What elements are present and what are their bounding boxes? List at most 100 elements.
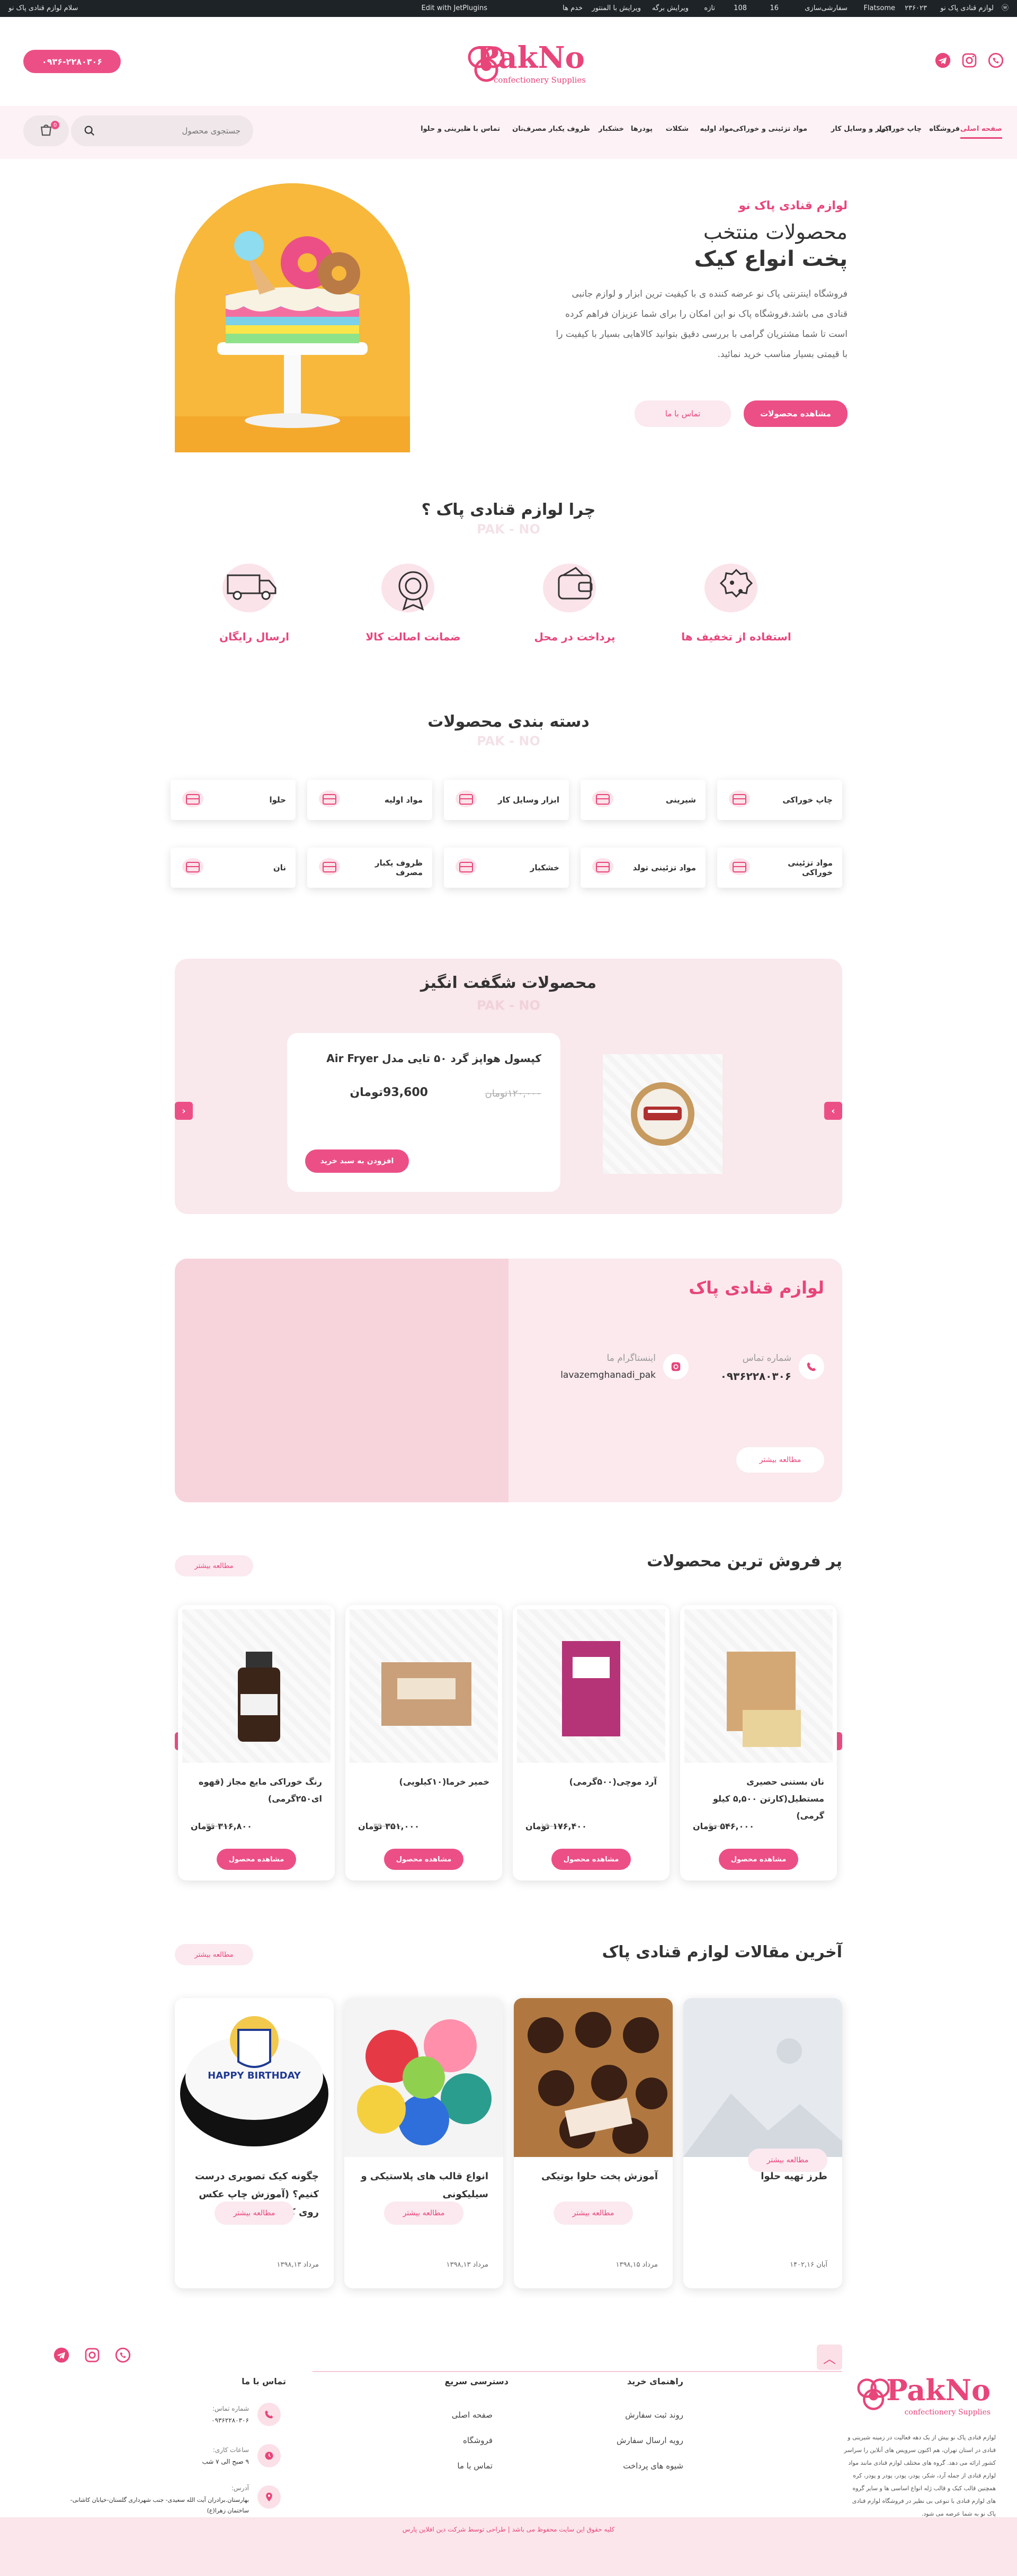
- product-name[interactable]: خمیر خرما(۱۰کیلویی): [358, 1773, 489, 1790]
- blog-post-card[interactable]: طرز تهیه حلوا مطالعه بیشتر آبان ۱۴۰۲,۱۶: [683, 1998, 842, 2288]
- footer-quick-link[interactable]: صفحه اصلی: [452, 2410, 493, 2420]
- post-image[interactable]: [683, 1998, 842, 2157]
- product-card[interactable]: آرد موچی(۵۰۰گرمی) ۱۹۰,۰۰۰ ۱۷۶,۴۰۰ تومان مشا…: [513, 1605, 670, 1880]
- nav-item[interactable]: ابزار و وسایل کار: [831, 125, 891, 133]
- nav-item[interactable]: مواد اولیه: [700, 125, 733, 133]
- search-input[interactable]: [103, 115, 240, 146]
- product-card[interactable]: رنگ خوراکی مایع مجاز (قهوه ای۲۵۰گرمی) ۳۶۰…: [178, 1605, 335, 1880]
- category-item[interactable]: ظروف یکبار مصرف: [307, 848, 432, 888]
- product-new-price: ۵۴۶,۰۰۰ تومان: [693, 1821, 754, 1831]
- post-image[interactable]: [344, 1998, 503, 2157]
- footer-quick-link[interactable]: تماس با ما: [457, 2461, 493, 2471]
- admin-edit-page[interactable]: ویرایش برگه: [652, 0, 689, 17]
- whatsapp-icon[interactable]: [985, 50, 1006, 71]
- whatsapp-icon[interactable]: [112, 2345, 133, 2366]
- nav-item[interactable]: خشکبار: [599, 125, 624, 133]
- contact-us-button[interactable]: تماس با ما: [635, 400, 731, 427]
- scroll-top-icon[interactable]: ︿: [817, 2345, 842, 2370]
- category-item[interactable]: نان: [171, 848, 296, 888]
- read-more-button[interactable]: مطالعه بیشتر: [384, 2201, 463, 2225]
- offer-product-image[interactable]: [603, 1054, 722, 1174]
- post-image[interactable]: [514, 1998, 673, 2157]
- nav-item[interactable]: شکلات: [666, 125, 689, 133]
- product-image[interactable]: [517, 1609, 665, 1763]
- view-product-button[interactable]: مشاهده محصول: [384, 1849, 463, 1870]
- product-card[interactable]: نان بستنی حصیری مستطیل(کارتن ۵,۵۰۰ کیلو …: [680, 1605, 837, 1880]
- search-box[interactable]: [71, 115, 253, 146]
- product-image[interactable]: [182, 1609, 331, 1763]
- info-insta-value[interactable]: lavazemghanadi_pak: [560, 1370, 656, 1380]
- category-item[interactable]: مواد تزئینی تولد: [581, 848, 706, 888]
- category-label: نان: [273, 863, 286, 872]
- category-item[interactable]: ابزار وسایل کار: [444, 780, 569, 820]
- telegram-icon[interactable]: [51, 2345, 72, 2366]
- wordpress-icon[interactable]: ⓦ: [1002, 0, 1009, 17]
- add-to-cart-button[interactable]: افزودن به سبد خرید: [305, 1149, 409, 1173]
- nav-item[interactable]: فروشگاه: [929, 125, 960, 133]
- nav-item[interactable]: ظروف یکبار مصرف: [523, 125, 590, 133]
- cart-button[interactable]: 0: [23, 115, 69, 146]
- category-item[interactable]: مواد تزئینی خوراکی: [717, 848, 842, 888]
- footer-guide-link[interactable]: روند ثبت سفارش: [625, 2410, 683, 2420]
- nav-item[interactable]: مواد تزئینی و خوراکی: [733, 125, 807, 133]
- view-product-button[interactable]: مشاهده محصول: [551, 1849, 631, 1870]
- view-products-button[interactable]: مشاهده محصولات: [744, 400, 848, 427]
- category-item[interactable]: خشکبار: [444, 848, 569, 888]
- category-item[interactable]: چاپ خوراکی: [717, 780, 842, 820]
- bestsellers-more-button[interactable]: مطالعه بیشتر: [175, 1555, 253, 1576]
- category-item[interactable]: مواد اولیه: [307, 780, 432, 820]
- product-card[interactable]: خمیر خرما(۱۰کیلویی) ۳۹۰,۰۰۰ ۳۵۱,۰۰۰ تومان م…: [345, 1605, 502, 1880]
- view-product-button[interactable]: مشاهده محصول: [719, 1849, 798, 1870]
- nav-item[interactable]: پودرها: [631, 125, 653, 133]
- offers-next-arrow[interactable]: ›: [824, 1102, 842, 1120]
- category-item[interactable]: حلوا: [171, 780, 296, 820]
- admin-count-16[interactable]: 16: [770, 0, 779, 17]
- telegram-icon[interactable]: [932, 50, 953, 71]
- admin-customize[interactable]: سفارشی‌سازی: [805, 0, 848, 17]
- phone-button[interactable]: ۰۹۳۶-۲۲۸۰۳۰۶: [23, 50, 121, 73]
- view-product-button[interactable]: مشاهده محصول: [217, 1849, 296, 1870]
- read-more-button[interactable]: مطالعه بیشتر: [748, 2149, 827, 2172]
- product-name[interactable]: رنگ خوراکی مایع مجاز (قهوه ای۲۵۰گرمی): [191, 1773, 322, 1807]
- admin-elementor[interactable]: ویرایش با المنتور: [592, 0, 641, 17]
- blog-more-button[interactable]: مطالعه بیشتر: [175, 1944, 253, 1965]
- footer-logo[interactable]: PakNo confectionery Supplies: [853, 2373, 996, 2421]
- nav-item[interactable]: صفحه اصلی: [960, 125, 1002, 139]
- post-title[interactable]: انواع قالب های پلاستیکی و سیلیکونی: [359, 2168, 488, 2204]
- nav-item[interactable]: شیرینی و حلوا: [421, 125, 470, 133]
- info-phone-value[interactable]: ۰۹۳۶۲۲۸۰۳۰۶: [720, 1370, 791, 1383]
- admin-misc[interactable]: خدم ها: [563, 0, 583, 17]
- footer-quick-link[interactable]: فروشگاه: [463, 2436, 493, 2445]
- product-image[interactable]: [684, 1609, 833, 1763]
- bestsellers-title: پر فروش ترین محصولات: [647, 1552, 842, 1571]
- offer-product-name[interactable]: کپسول هواپز گرد ۵۰ تایی مدل Air Fryer: [326, 1052, 541, 1065]
- post-title[interactable]: آموزش پخت حلوا بوتیکی: [529, 2168, 658, 2186]
- blog-post-card[interactable]: انواع قالب های پلاستیکی و سیلیکونی مطالعه…: [344, 1998, 503, 2288]
- admin-hello[interactable]: سلام لوازم قنادی پاک نو: [8, 0, 78, 17]
- blog-post-card[interactable]: HAPPY BIRTHDAY چگونه کیک تصویری درست کنیم…: [175, 1998, 334, 2288]
- offers-prev-arrow[interactable]: ‹: [175, 1102, 193, 1120]
- admin-jetplugins[interactable]: Edit with JetPlugins: [421, 0, 487, 17]
- instagram-icon[interactable]: [959, 50, 980, 71]
- admin-count-108[interactable]: 108: [734, 0, 747, 17]
- search-icon[interactable]: [84, 125, 95, 139]
- nav-item[interactable]: نان: [512, 125, 523, 133]
- instagram-icon[interactable]: [82, 2345, 103, 2366]
- admin-flatsome[interactable]: Flatsome: [863, 0, 895, 17]
- footer-address-value: بهارستان.برادران آیت الله سعیدی- جنب شهر…: [70, 2497, 249, 2514]
- info-more-button[interactable]: مطالعه بیشتر: [736, 1447, 824, 1473]
- product-image[interactable]: [350, 1609, 498, 1763]
- admin-updates[interactable]: ۲۳۶۰۲۳: [905, 0, 927, 17]
- product-name[interactable]: آرد موچی(۵۰۰گرمی): [525, 1773, 657, 1790]
- blog-post-card[interactable]: آموزش پخت حلوا بوتیکی مطالعه بیشتر مرداد ۱…: [514, 1998, 673, 2288]
- footer-guide-link[interactable]: شیوه های پرداخت: [623, 2461, 683, 2471]
- admin-new[interactable]: تازه: [704, 0, 715, 17]
- site-logo[interactable]: PakNo confectionery Supplies: [451, 38, 590, 91]
- footer-guide-link[interactable]: رویه ارسال سفارش: [617, 2436, 683, 2445]
- admin-site-name[interactable]: لوازم قنادی پاک نو: [940, 0, 994, 17]
- product-name[interactable]: نان بستنی حصیری مستطیل(کارتن ۵,۵۰۰ کیلو …: [693, 1773, 824, 1824]
- footer-phone-value[interactable]: ۰۹۳۶۲۲۸۰۳۰۶: [211, 2417, 249, 2424]
- read-more-button[interactable]: مطالعه بیشتر: [554, 2201, 633, 2225]
- category-item[interactable]: شیرینی: [581, 780, 706, 820]
- read-more-button[interactable]: مطالعه بیشتر: [215, 2201, 294, 2225]
